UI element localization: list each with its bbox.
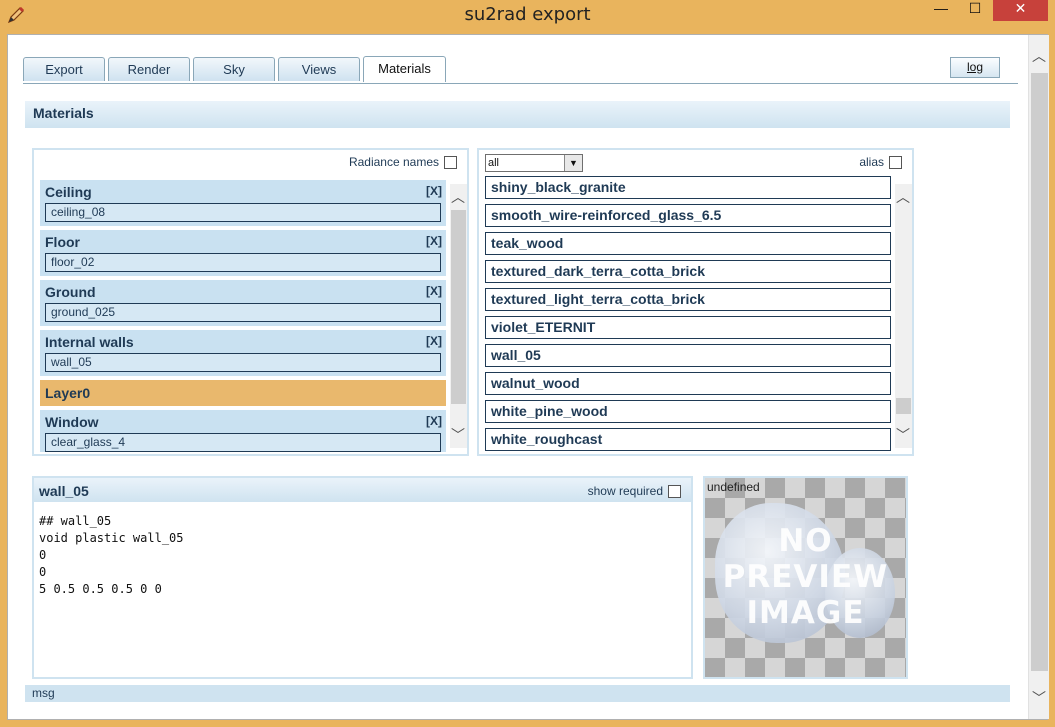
material-item[interactable]: white_roughcast (485, 428, 891, 451)
minimize-icon: — (934, 0, 948, 16)
material-item[interactable]: white_pine_wood (485, 400, 891, 423)
show-required-label: show required (587, 484, 663, 498)
show-required-checkbox[interactable] (668, 485, 681, 499)
layer-item-ground[interactable]: Ground [X] ground_025 (40, 280, 446, 326)
definition-text: ## wall_05void plastic wall_05 0 0 5 0.5 0.… (39, 513, 184, 598)
scroll-up-icon[interactable]: ︿ (451, 190, 465, 204)
close-icon: ✕ (1014, 0, 1027, 16)
radiance-names-toggle[interactable]: Radiance names (348, 155, 457, 170)
layer-material-field[interactable]: wall_05 (45, 353, 441, 372)
minimize-button[interactable]: — (926, 0, 956, 21)
title-bar: su2rad export — ☐ ✕ (0, 0, 1055, 31)
layer-item-ceiling[interactable]: Ceiling [X] ceiling_08 (40, 180, 446, 226)
definition-line: ## wall_05 (39, 514, 112, 528)
material-item[interactable]: violet_ETERNIT (485, 316, 891, 339)
log-button[interactable]: log (950, 57, 1000, 78)
material-list-scrollbar[interactable]: ︿ ﹀ (895, 184, 912, 448)
section-title: Materials (25, 101, 1010, 128)
definition-header: wall_05 show required (34, 478, 691, 502)
scroll-up-icon[interactable]: ︿ (1032, 49, 1046, 63)
layer-item-floor[interactable]: Floor [X] floor_02 (40, 230, 446, 276)
material-item[interactable]: textured_dark_terra_cotta_brick (485, 260, 891, 283)
material-item[interactable]: textured_light_terra_cotta_brick (485, 288, 891, 311)
scroll-thumb[interactable] (1031, 73, 1048, 671)
tab-sky[interactable]: Sky (193, 57, 275, 81)
tab-divider (23, 83, 1018, 84)
materials-panel: all ▼ alias shiny_black_granite smooth_w… (477, 148, 914, 456)
scroll-down-icon[interactable]: ﹀ (896, 428, 910, 442)
no-preview-text: NO PREVIEW IMAGE (705, 523, 906, 631)
material-preview: undefined NO PREVIEW IMAGE (703, 476, 908, 679)
radiance-names-label: Radiance names (348, 155, 439, 169)
status-message: msg (25, 685, 1010, 702)
page-scrollbar[interactable]: ︿ ﹀ (1028, 35, 1049, 719)
layer-list: Ceiling [X] ceiling_08 Floor [X] floor_0… (40, 180, 446, 452)
maximize-icon: ☐ (968, 0, 982, 16)
remove-layer-button[interactable]: [X] (426, 184, 442, 198)
material-item[interactable]: wall_05 (485, 344, 891, 367)
client-area: Export Render Sky Views Materials log Ma… (7, 34, 1049, 720)
material-definition-panel: wall_05 show required ## wall_05void pla… (32, 476, 693, 679)
layer-name: Ceiling (45, 184, 92, 200)
radiance-names-checkbox[interactable] (444, 156, 457, 170)
tab-views[interactable]: Views (278, 57, 360, 81)
layer-item-window[interactable]: Window [X] clear_glass_4 (40, 410, 446, 452)
no-preview-line: NO (778, 523, 833, 559)
close-button[interactable]: ✕ (993, 0, 1048, 21)
definition-title: wall_05 (39, 483, 89, 499)
alias-toggle[interactable]: alias (859, 155, 902, 170)
definition-line: 0 (39, 548, 47, 562)
layer-item-layer0[interactable]: Layer0 (40, 380, 446, 406)
tab-export[interactable]: Export (23, 57, 105, 81)
remove-layer-button[interactable]: [X] (426, 414, 442, 428)
alias-label: alias (859, 155, 884, 169)
material-item[interactable]: walnut_wood (485, 372, 891, 395)
material-item[interactable]: teak_wood (485, 232, 891, 255)
definition-line: 0 (39, 565, 47, 579)
no-preview-line: PREVIEW (722, 559, 889, 595)
layer-material-field[interactable]: ceiling_08 (45, 203, 441, 222)
tab-materials[interactable]: Materials (363, 56, 446, 82)
layer-name: Internal walls (45, 334, 134, 350)
scroll-down-icon[interactable]: ﹀ (1032, 691, 1046, 705)
material-item[interactable]: shiny_black_granite (485, 176, 891, 199)
remove-layer-button[interactable]: [X] (426, 234, 442, 248)
show-required-toggle[interactable]: show required (587, 484, 681, 499)
filter-value: all (488, 157, 500, 169)
layer-material-field[interactable]: clear_glass_4 (45, 433, 441, 452)
layers-panel: Radiance names Ceiling [X] ceiling_08 Fl… (32, 148, 469, 456)
preview-caption: undefined (707, 480, 760, 494)
remove-layer-button[interactable]: [X] (426, 284, 442, 298)
window-title: su2rad export (464, 4, 591, 25)
layer-material-field[interactable]: ground_025 (45, 303, 441, 322)
definition-line: 5 0.5 0.5 0.5 0 0 (39, 582, 162, 596)
tab-render[interactable]: Render (108, 57, 190, 81)
layer-name: Ground (45, 284, 96, 300)
material-filter-select[interactable]: all ▼ (485, 154, 583, 172)
material-list: shiny_black_granite smooth_wire-reinforc… (485, 176, 891, 454)
definition-line: void plastic wall_05 (39, 531, 184, 545)
chevron-down-icon[interactable]: ▼ (564, 155, 582, 171)
material-item[interactable]: smooth_wire-reinforced_glass_6.5 (485, 204, 891, 227)
layer-name: Layer0 (45, 385, 91, 401)
layer-list-scrollbar[interactable]: ︿ ﹀ (450, 184, 467, 448)
remove-layer-button[interactable]: [X] (426, 334, 442, 348)
layer-name: Window (45, 414, 99, 430)
maximize-button[interactable]: ☐ (959, 0, 991, 21)
no-preview-line: IMAGE (746, 595, 865, 631)
scroll-thumb[interactable] (896, 398, 911, 414)
layer-material-field[interactable]: floor_02 (45, 253, 441, 272)
layer-name: Floor (45, 234, 80, 250)
alias-checkbox[interactable] (889, 156, 902, 170)
scroll-thumb[interactable] (451, 210, 466, 404)
layer-item-internal-walls[interactable]: Internal walls [X] wall_05 (40, 330, 446, 376)
scroll-up-icon[interactable]: ︿ (896, 190, 910, 204)
scroll-down-icon[interactable]: ﹀ (451, 428, 465, 442)
